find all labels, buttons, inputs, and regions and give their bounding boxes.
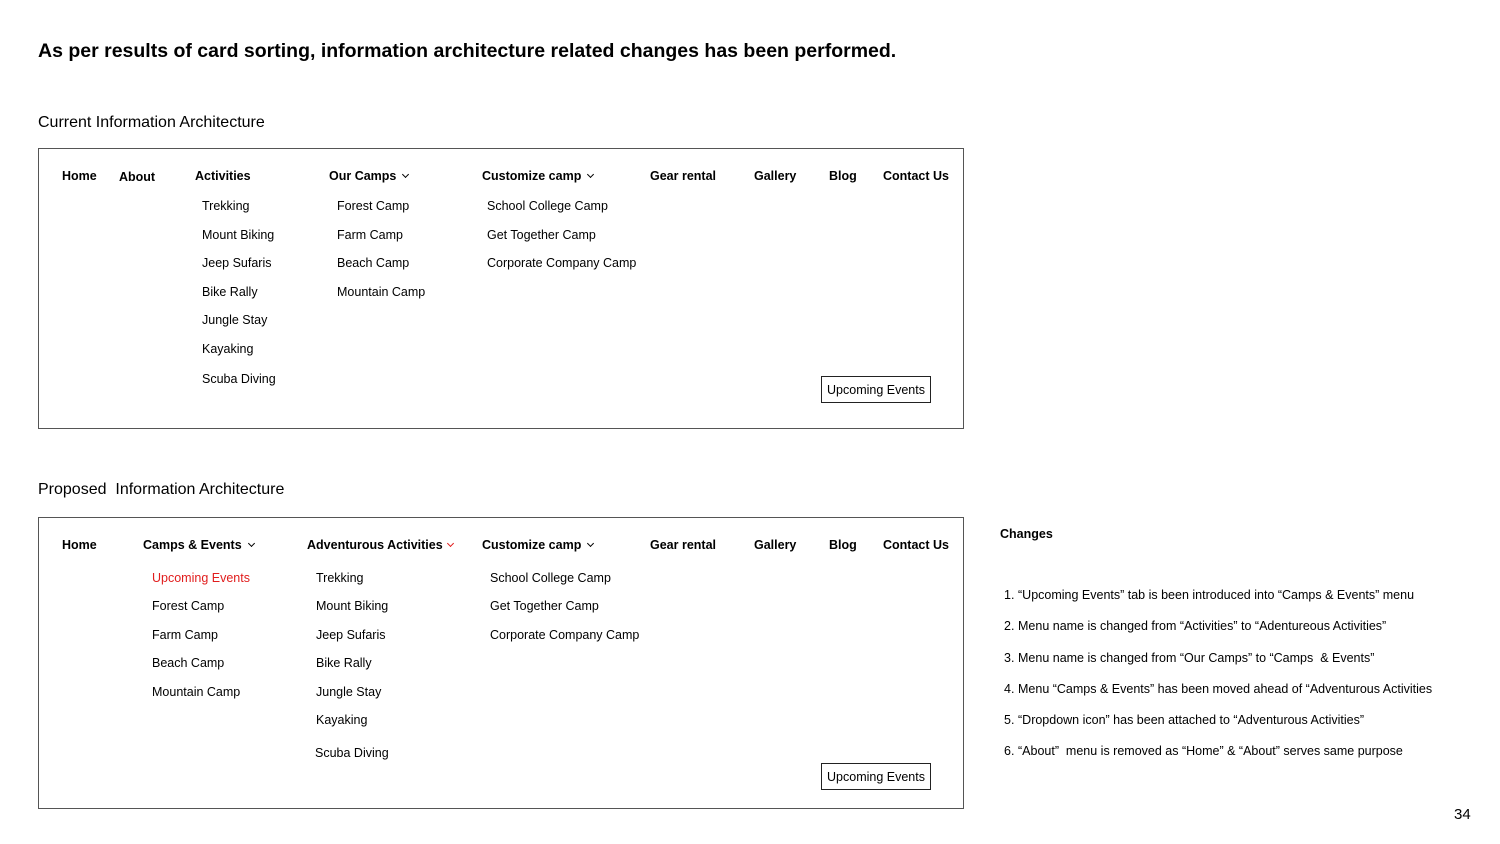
proposed-camps-item[interactable]: Farm Camp <box>152 628 218 642</box>
chevron-down-icon <box>402 170 410 179</box>
current-nav-contact-us[interactable]: Contact Us <box>883 169 949 183</box>
current-camps-item[interactable]: Mountain Camp <box>337 285 425 299</box>
changes-list: 1. “Upcoming Events” tab is been introduc… <box>1004 588 1432 776</box>
change-item: 3. Menu name is changed from “Our Camps” … <box>1004 650 1375 665</box>
proposed-camps-item[interactable]: Forest Camp <box>152 599 224 613</box>
current-nav-gear-rental[interactable]: Gear rental <box>650 169 716 183</box>
current-camps-item[interactable]: Farm Camp <box>337 228 403 242</box>
proposed-customize-item[interactable]: Get Together Camp <box>490 599 599 613</box>
current-customize-item[interactable]: School College Camp <box>487 199 608 213</box>
proposed-nav-adventurous-activities[interactable]: Adventurous Activities <box>307 538 454 552</box>
proposed-customize-item[interactable]: School College Camp <box>490 571 611 585</box>
current-activities-item[interactable]: Jeep Sufaris <box>202 256 271 270</box>
proposed-nav-customize-camp-label: Customize camp <box>482 538 582 552</box>
current-nav-activities[interactable]: Activities <box>195 169 251 183</box>
proposed-camps-item[interactable]: Mountain Camp <box>152 685 240 699</box>
chevron-down-icon <box>446 539 454 548</box>
proposed-activities-item[interactable]: Jungle Stay <box>316 685 381 699</box>
current-nav-our-camps[interactable]: Our Camps <box>329 169 410 183</box>
change-item-text: Menu name is changed from “Activities” t… <box>1018 619 1387 634</box>
change-item-text: “Dropdown icon” has been attached to “Ad… <box>1018 713 1365 728</box>
proposed-nav-gear-rental[interactable]: Gear rental <box>650 538 716 552</box>
proposed-activities-item[interactable]: Mount Biking <box>316 599 388 613</box>
chevron-down-icon <box>587 170 595 179</box>
current-ia-label: Current Information Architecture <box>38 114 265 131</box>
proposed-nav-camps-events-label: Camps & Events <box>143 538 242 552</box>
current-customize-item[interactable]: Corporate Company Camp <box>487 256 636 270</box>
change-item: 6. “About” menu is removed as “Home” & “A… <box>1004 744 1403 759</box>
current-nav-home[interactable]: Home <box>62 169 97 183</box>
change-item-text: Menu “Camps & Events” has been moved ahe… <box>1018 681 1433 696</box>
current-customize-item[interactable]: Get Together Camp <box>487 228 596 242</box>
proposed-nav-home[interactable]: Home <box>62 538 97 552</box>
change-item-text: “Upcoming Events” tab is been introduced… <box>1018 588 1415 602</box>
proposed-activities-item[interactable]: Bike Rally <box>316 656 372 670</box>
change-item: 4. Menu “Camps & Events” has been moved a… <box>1004 681 1433 696</box>
current-nav-our-camps-label: Our Camps <box>329 169 397 183</box>
change-item: 5. “Dropdown icon” has been attached to “… <box>1004 713 1365 728</box>
chevron-down-icon <box>587 539 595 548</box>
current-activities-item[interactable]: Jungle Stay <box>202 313 267 327</box>
proposed-activities-item[interactable]: Scuba Diving <box>315 746 389 760</box>
current-nav-about[interactable]: About <box>119 170 155 184</box>
current-nav-customize-camp-label: Customize camp <box>482 169 582 183</box>
current-activities-item[interactable]: Bike Rally <box>202 285 258 299</box>
proposed-customize-item[interactable]: Corporate Company Camp <box>490 628 639 642</box>
proposed-activities-item[interactable]: Kayaking <box>316 713 367 727</box>
proposed-nav-contact-us[interactable]: Contact Us <box>883 538 949 552</box>
current-camps-item[interactable]: Forest Camp <box>337 199 409 213</box>
proposed-nav-camps-events[interactable]: Camps & Events <box>143 538 255 552</box>
proposed-camps-item-upcoming-events[interactable]: Upcoming Events <box>152 571 250 585</box>
proposed-camps-item[interactable]: Beach Camp <box>152 656 224 670</box>
change-item-text: Menu name is changed from “Our Camps” to… <box>1018 650 1375 665</box>
proposed-nav-gallery[interactable]: Gallery <box>754 538 796 552</box>
proposed-activities-item[interactable]: Jeep Sufaris <box>316 628 385 642</box>
current-activities-item[interactable]: Mount Biking <box>202 228 274 242</box>
page-number: 34 <box>1454 806 1471 823</box>
proposed-nav-customize-camp[interactable]: Customize camp <box>482 538 595 552</box>
changes-title: Changes <box>1000 527 1053 541</box>
page-heading: As per results of card sorting, informat… <box>38 40 897 62</box>
proposed-nav-adventurous-activities-label: Adventurous Activities <box>307 538 443 552</box>
current-activities-item[interactable]: Scuba Diving <box>202 372 276 386</box>
current-activities-item[interactable]: Trekking <box>202 199 249 213</box>
proposed-ia-label: Proposed Information Architecture <box>38 481 285 498</box>
proposed-nav-blog[interactable]: Blog <box>829 538 857 552</box>
current-ia-box: Home About Activities Our Camps Customiz… <box>38 148 964 429</box>
current-nav-customize-camp[interactable]: Customize camp <box>482 169 595 183</box>
proposed-ia-box: Home Camps & Events Adventurous Activiti… <box>38 517 964 809</box>
current-activities-item[interactable]: Kayaking <box>202 342 253 356</box>
current-camps-item[interactable]: Beach Camp <box>337 256 409 270</box>
proposed-activities-item[interactable]: Trekking <box>316 571 363 585</box>
change-item: 2. Menu name is changed from “Activities”… <box>1004 619 1387 634</box>
chevron-down-icon <box>247 539 255 548</box>
change-item: 1. “Upcoming Events” tab is been introduc… <box>1004 588 1415 602</box>
change-item-text: “About” menu is removed as “Home” & “Abo… <box>1018 744 1403 759</box>
current-nav-blog[interactable]: Blog <box>829 169 857 183</box>
current-nav-gallery[interactable]: Gallery <box>754 169 796 183</box>
proposed-upcoming-events-button[interactable]: Upcoming Events <box>821 763 931 790</box>
current-upcoming-events-button[interactable]: Upcoming Events <box>821 376 931 403</box>
